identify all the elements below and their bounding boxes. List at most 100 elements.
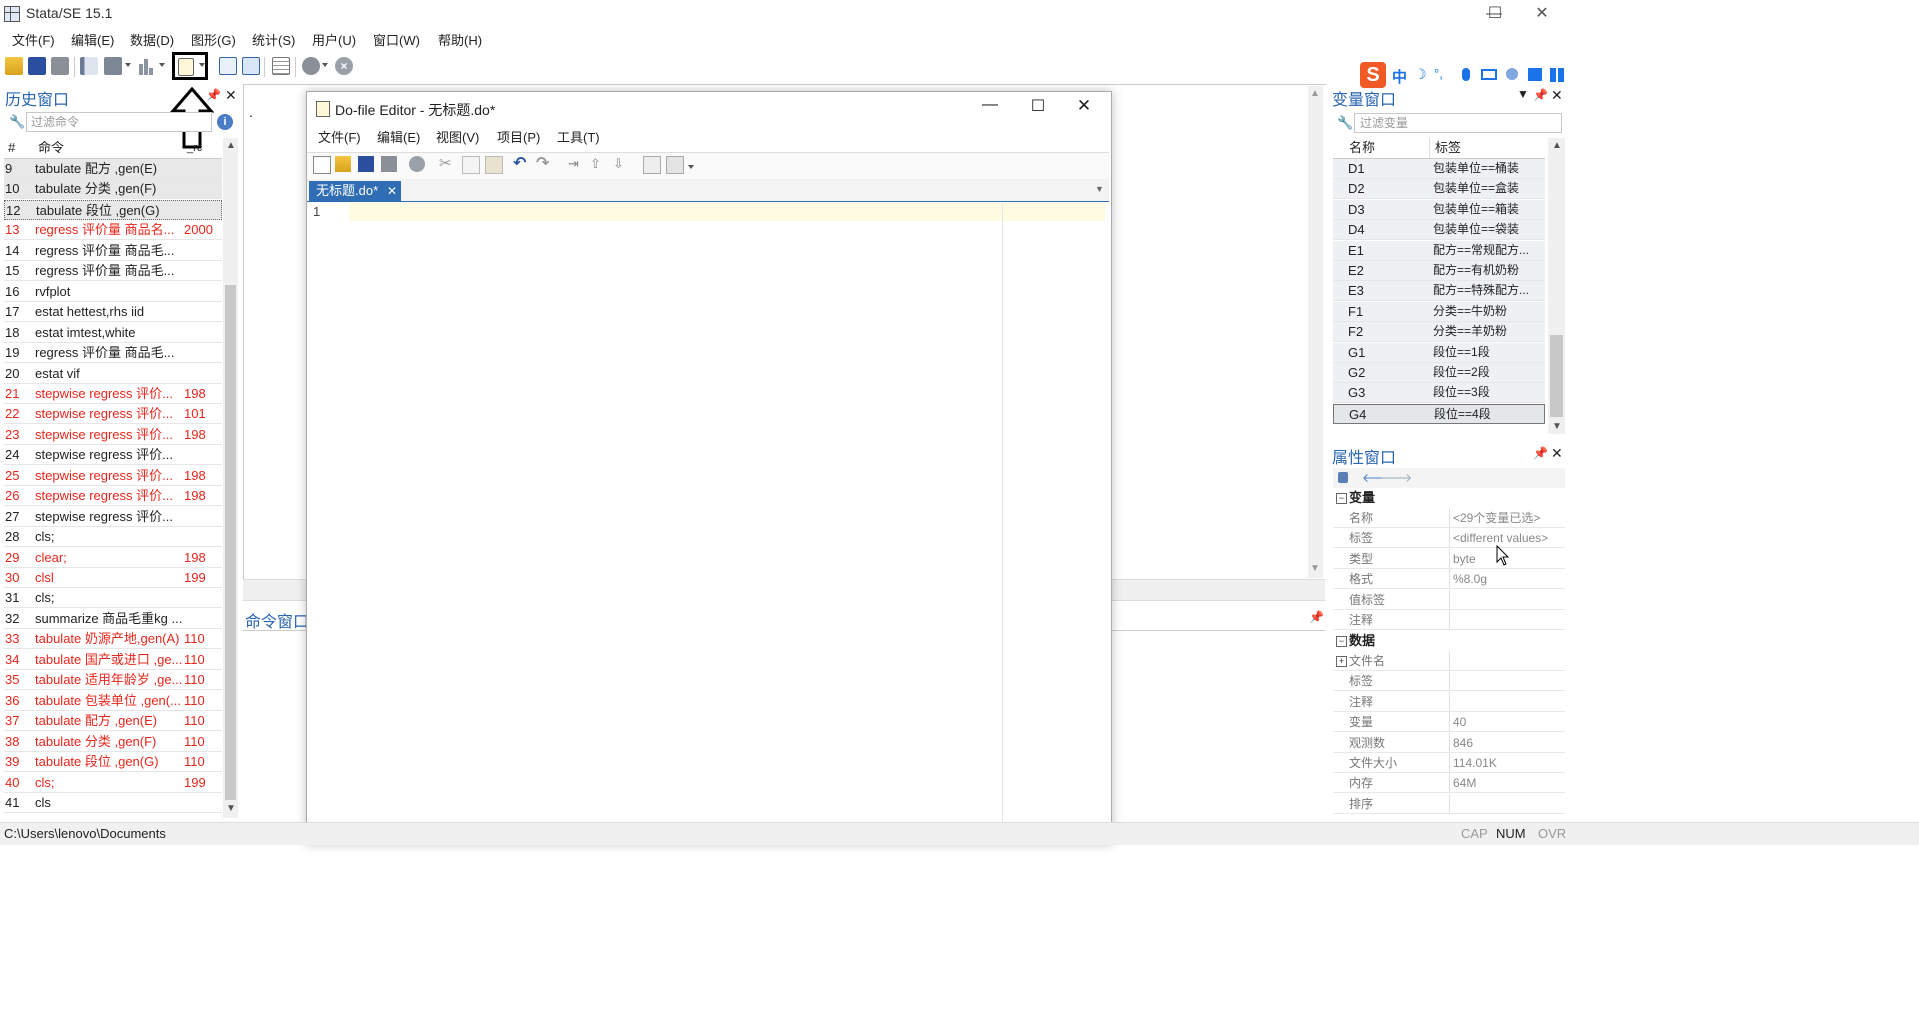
scroll-down-icon[interactable]: ▼ [226,803,236,814]
property-row[interactable]: + 文件名 [1333,651,1565,671]
execute-dropdown-icon[interactable] [688,165,694,169]
property-row[interactable]: 文件大小 114.01K [1333,753,1565,773]
collapse-icon[interactable]: − [1336,636,1347,647]
variable-row[interactable]: D3 包装单位==箱装 [1333,199,1545,220]
history-row[interactable]: 17 estat hettest,rhs iid [4,302,222,323]
variable-row[interactable]: D4 包装单位==袋装 [1333,220,1545,241]
history-row[interactable]: 9 tabulate 配方 ,gen(E) [4,159,222,179]
history-row[interactable]: 36 tabulate 包装单位 ,gen(... 110 [4,691,222,711]
editor-minimize-button[interactable]: — [975,96,1005,114]
expand-icon[interactable]: + [1336,656,1347,667]
property-row[interactable]: 注释 [1333,691,1565,712]
menu-statistics[interactable]: 统计(S) [246,30,301,52]
history-row[interactable]: 38 tabulate 分类 ,gen(F) 110 [4,732,222,752]
variables-wrench-icon[interactable]: 🔧 [1337,115,1353,131]
variables-filter-icon[interactable]: ▼ [1517,87,1529,101]
print-icon[interactable] [51,57,69,75]
history-row[interactable]: 19 regress 评价量 商品毛... [4,343,222,364]
editor-close-button[interactable]: ✕ [1069,96,1099,116]
history-row[interactable]: 28 cls; [4,527,222,548]
menu-data[interactable]: 数据(D) [124,30,180,52]
break-icon[interactable]: × [335,57,353,75]
property-row[interactable]: 名称 <29个变量已选> [1333,508,1565,528]
variable-row[interactable]: F2 分类==羊奶粉 [1333,322,1545,343]
property-row[interactable]: 格式 %8.0g [1333,569,1565,590]
properties-section-variable[interactable]: − 变量 [1333,488,1565,508]
variable-row[interactable]: F1 分类==牛奶粉 [1333,301,1545,322]
property-row[interactable]: 类型 byte [1333,548,1565,569]
editor-menu-tools[interactable]: 工具(T) [557,128,600,148]
variables-scroll-thumb[interactable] [1550,335,1563,417]
editor-menu-edit[interactable]: 编辑(E) [377,128,420,148]
history-row[interactable]: 29 clear; 198 [4,548,222,568]
property-row[interactable]: 注释 [1333,610,1565,630]
save-icon[interactable] [28,57,46,75]
history-row[interactable]: 10 tabulate 分类 ,gen(F) [4,179,222,200]
ime-skin-icon[interactable] [1528,68,1542,81]
open-icon[interactable] [5,57,23,75]
ime-moon-icon[interactable]: ☽ [1414,66,1427,83]
move-up-icon[interactable]: ⇧ [590,156,606,172]
history-row[interactable]: 12 tabulate 段位 ,gen(G) [4,199,222,220]
tab-list-dropdown-icon[interactable]: ▼ [1095,184,1104,194]
results-scroll-down-icon[interactable]: ▼ [1310,563,1320,574]
variables-manager-icon[interactable] [272,57,290,75]
editor-menu-view[interactable]: 视图(V) [436,128,479,148]
log-icon[interactable] [80,57,98,75]
history-row[interactable]: 31 cls; [4,588,222,609]
property-row[interactable]: 值标签 [1333,589,1565,610]
history-row[interactable]: 32 summarize 商品毛重kg ... [4,609,222,629]
history-close-icon[interactable]: ✕ [225,87,237,104]
properties-section-data[interactable]: − 数据 [1333,631,1565,651]
variable-row[interactable]: G2 段位==2段 [1333,363,1545,383]
menu-window[interactable]: 窗口(W) [367,30,426,52]
history-row[interactable]: 40 cls; 199 [4,773,222,793]
find-icon[interactable] [409,156,425,172]
results-scrollbar[interactable] [1308,86,1323,578]
viewer-dropdown-icon[interactable] [125,63,131,67]
history-row[interactable]: 26 stepwise regress 评价... 198 [4,486,222,507]
save-file-icon[interactable] [358,156,374,172]
indent-icon[interactable]: ⇥ [568,156,584,172]
variables-close-icon[interactable]: ✕ [1551,87,1563,104]
command-pin-icon[interactable]: 📌 [1309,610,1324,624]
graph-icon[interactable] [137,57,155,75]
variable-row[interactable]: G1 段位==1段 [1333,342,1545,363]
variable-row[interactable]: G3 段位==3段 [1333,383,1545,404]
variable-row[interactable]: E3 配方==特殊配方... [1333,281,1545,302]
property-row[interactable]: 排序 [1333,793,1565,814]
execute-icon[interactable] [666,156,684,174]
ime-menu-icon[interactable] [1550,68,1564,82]
paste-icon[interactable] [485,156,503,174]
results-scroll-up-icon[interactable]: ▲ [1310,88,1320,99]
properties-close-icon[interactable]: ✕ [1551,445,1563,462]
copy-icon[interactable] [462,156,480,174]
sogou-ime-icon[interactable]: S [1360,62,1386,88]
close-window-button[interactable]: ✕ [1519,0,1565,28]
do-editor-icon[interactable] [178,58,194,76]
variable-row[interactable]: E2 配方==有机奶粉 [1333,261,1545,281]
wrench-icon[interactable]: 🔧 [9,114,25,130]
history-row[interactable]: 23 stepwise regress 评价... 198 [4,425,222,445]
new-file-icon[interactable] [313,156,331,174]
editor-maximize-button[interactable]: ☐ [1023,96,1053,116]
menu-edit[interactable]: 编辑(E) [65,30,120,52]
history-col-cmd[interactable]: 命令 [38,138,64,158]
viewer-icon[interactable] [104,57,122,75]
more-icon[interactable] [302,57,320,75]
ime-chinese-icon[interactable]: 中 [1392,66,1407,87]
history-row[interactable]: 33 tabulate 奶源产地,gen(A) 110 [4,629,222,650]
history-filter-input[interactable]: 过滤命令 [26,112,212,132]
history-scroll-thumb[interactable] [225,285,236,800]
more-dropdown-icon[interactable] [322,63,328,67]
history-row[interactable]: 39 tabulate 段位 ,gen(G) 110 [4,752,222,773]
history-row[interactable]: 24 stepwise regress 评价... [4,445,222,466]
maximize-button[interactable]: ☐ [1472,0,1518,28]
history-row[interactable]: 37 tabulate 配方 ,gen(E) 110 [4,711,222,732]
history-row[interactable]: 13 regress 评价量 商品名... 2000 [4,220,222,241]
data-editor-icon[interactable] [219,57,237,75]
lock-icon[interactable] [1338,472,1348,483]
editor-menu-file[interactable]: 文件(F) [318,128,361,148]
ime-user-icon[interactable] [1506,68,1518,80]
history-row[interactable]: 21 stepwise regress 评价... 198 [4,384,222,404]
